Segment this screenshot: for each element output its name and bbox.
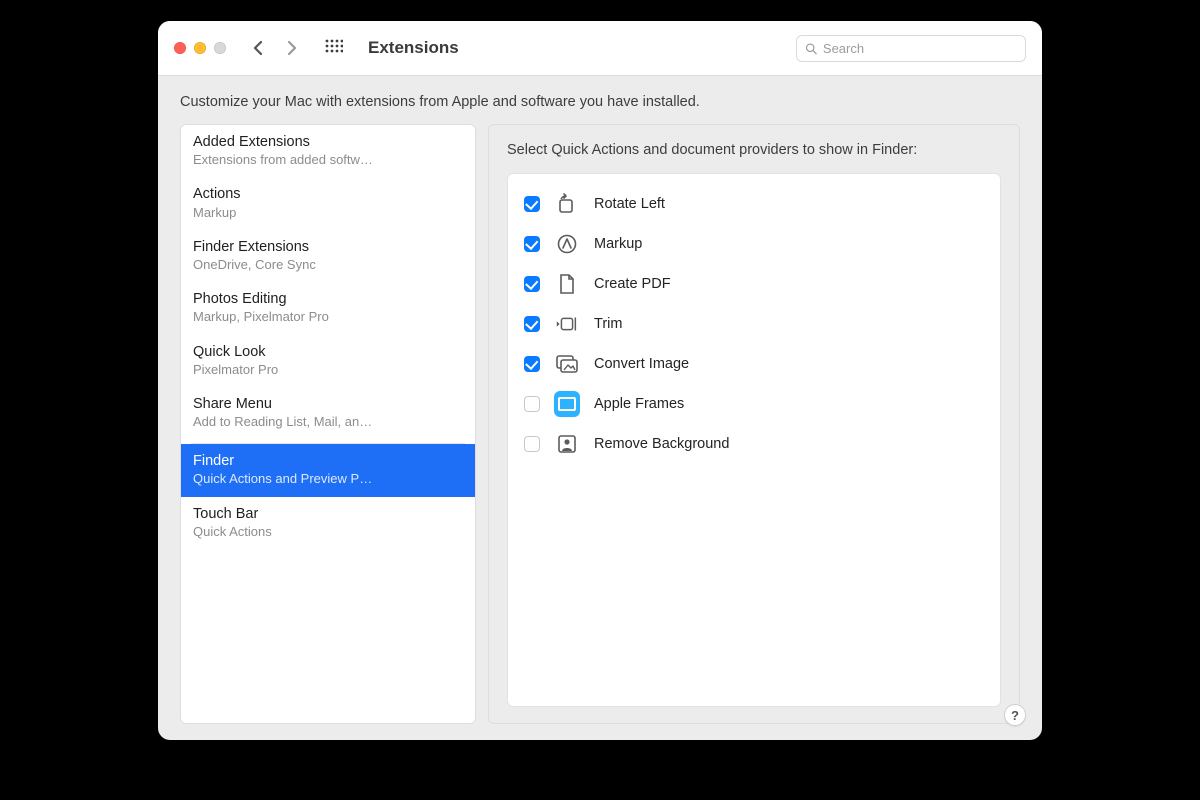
forward-button[interactable] [280, 36, 304, 60]
zoom-window-button[interactable] [214, 42, 226, 54]
minimize-window-button[interactable] [194, 42, 206, 54]
sidebar-item-touch-bar[interactable]: Touch Bar Quick Actions [181, 497, 475, 549]
quick-action-label: Trim [594, 316, 622, 332]
convert-image-icon [554, 351, 580, 377]
apple-frames-icon [554, 391, 580, 417]
window-title: Extensions [368, 38, 459, 58]
quick-action-label: Create PDF [594, 276, 671, 292]
search-input[interactable] [823, 41, 1017, 56]
sidebar-item-finder[interactable]: Finder Quick Actions and Preview P… [181, 444, 475, 496]
markup-icon [554, 231, 580, 257]
sidebar-item-subtitle: OneDrive, Core Sync [193, 257, 463, 273]
sidebar-item-title: Share Menu [193, 395, 463, 413]
quick-action-label: Convert Image [594, 356, 689, 372]
checkbox-create-pdf[interactable] [524, 276, 540, 292]
search-icon [805, 42, 817, 55]
detail-pane: Select Quick Actions and document provid… [488, 124, 1020, 724]
show-all-prefs-button[interactable] [324, 38, 344, 58]
sidebar-item-title: Added Extensions [193, 133, 463, 151]
sidebar-item-title: Finder [193, 452, 463, 470]
sidebar-item-title: Touch Bar [193, 505, 463, 523]
checkbox-convert-image[interactable] [524, 356, 540, 372]
sidebar-item-actions[interactable]: Actions Markup [181, 177, 475, 229]
search-field[interactable] [796, 35, 1026, 62]
sidebar-item-subtitle: Markup [193, 205, 463, 221]
category-sidebar: Added Extensions Extensions from added s… [180, 124, 476, 724]
toolbar: Extensions [158, 21, 1042, 76]
sidebar-item-title: Photos Editing [193, 290, 463, 308]
quick-action-row: Trim [524, 304, 984, 344]
rotate-left-icon [554, 191, 580, 217]
quick-action-row: Remove Background [524, 424, 984, 464]
sidebar-item-title: Finder Extensions [193, 238, 463, 256]
sidebar-item-title: Quick Look [193, 343, 463, 361]
quick-action-row: Apple Frames [524, 384, 984, 424]
sidebar-item-subtitle: Extensions from added softw… [193, 152, 463, 168]
sidebar-item-photos-editing[interactable]: Photos Editing Markup, Pixelmator Pro [181, 282, 475, 334]
sidebar-item-subtitle: Markup, Pixelmator Pro [193, 309, 463, 325]
quick-action-label: Apple Frames [594, 396, 684, 412]
remove-background-icon [554, 431, 580, 457]
preferences-window: Extensions Customize your Mac with exten… [158, 21, 1042, 740]
sidebar-item-subtitle: Pixelmator Pro [193, 362, 463, 378]
content-area: Customize your Mac with extensions from … [158, 76, 1042, 740]
sidebar-item-subtitle: Quick Actions and Preview P… [193, 471, 463, 487]
checkbox-trim[interactable] [524, 316, 540, 332]
checkbox-remove-background[interactable] [524, 436, 540, 452]
quick-action-row: Create PDF [524, 264, 984, 304]
sidebar-item-finder-extensions[interactable]: Finder Extensions OneDrive, Core Sync [181, 230, 475, 282]
sidebar-item-title: Actions [193, 185, 463, 203]
sidebar-item-subtitle: Add to Reading List, Mail, an… [193, 414, 463, 430]
back-button[interactable] [246, 36, 270, 60]
quick-action-row: Convert Image [524, 344, 984, 384]
checkbox-apple-frames[interactable] [524, 396, 540, 412]
quick-action-row: Rotate Left [524, 184, 984, 224]
page-description: Customize your Mac with extensions from … [180, 94, 1020, 110]
window-controls [174, 42, 226, 54]
document-icon [554, 271, 580, 297]
close-window-button[interactable] [174, 42, 186, 54]
trim-icon [554, 311, 580, 337]
sidebar-item-added-extensions[interactable]: Added Extensions Extensions from added s… [181, 125, 475, 177]
sidebar-item-share-menu[interactable]: Share Menu Add to Reading List, Mail, an… [181, 387, 475, 439]
quick-action-label: Markup [594, 236, 642, 252]
quick-action-label: Remove Background [594, 436, 729, 452]
quick-action-label: Rotate Left [594, 196, 665, 212]
checkbox-rotate-left[interactable] [524, 196, 540, 212]
quick-action-row: Markup [524, 224, 984, 264]
checkbox-markup[interactable] [524, 236, 540, 252]
help-button[interactable]: ? [1004, 704, 1026, 726]
sidebar-item-quick-look[interactable]: Quick Look Pixelmator Pro [181, 335, 475, 387]
pane-heading: Select Quick Actions and document provid… [507, 141, 1001, 161]
sidebar-item-subtitle: Quick Actions [193, 524, 463, 540]
quick-actions-list: Rotate Left Markup Cre [507, 173, 1001, 707]
